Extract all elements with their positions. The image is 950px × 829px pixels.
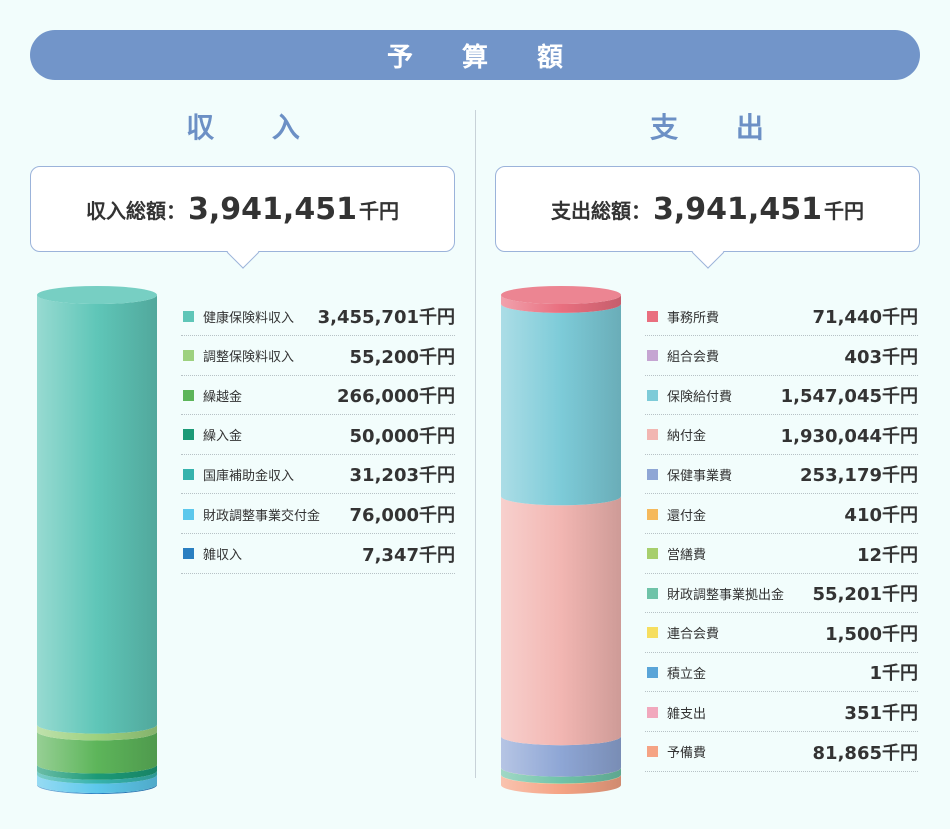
income-legend-row: 調整保険料収入 55,200千円 [181, 337, 455, 376]
income-legend-row: 財政調整事業交付金 76,000千円 [181, 495, 455, 534]
legend-swatch [183, 389, 194, 401]
legend-value: 1,930,044千円 [780, 425, 918, 447]
legend-label: 連合会費 [667, 627, 720, 643]
cylinder-segment-1 [37, 295, 157, 734]
legend-label: 繰入金 [203, 429, 243, 445]
legend-value: 31,203千円 [349, 465, 455, 487]
legend-swatch [183, 468, 194, 480]
expense-legend-row: 連合会費 1,500千円 [645, 614, 918, 653]
cylinder-top-cap [37, 286, 157, 304]
income-total-unit: 千円 [358, 198, 399, 223]
legend-swatch [647, 706, 658, 718]
legend-label: 保険給付費 [667, 389, 733, 405]
legend-swatch [647, 468, 658, 480]
legend-label: 納付金 [667, 429, 707, 445]
legend-label: 繰越金 [203, 389, 243, 405]
expense-total-bubble: 支出総額： 3,941,451 千円 [495, 166, 920, 252]
expense-legend-row: 財政調整事業拠出金 55,201千円 [645, 574, 918, 614]
legend-swatch [647, 389, 658, 401]
income-legend-row: 繰越金 266,000千円 [181, 376, 455, 416]
legend-value: 3,455,701千円 [317, 307, 455, 328]
legend-label: 保健事業費 [667, 468, 733, 484]
legend-value: 253,179千円 [800, 465, 918, 487]
legend-label: 組合会費 [667, 350, 720, 366]
income-legend-row: 健康保険料収入 3,455,701千円 [181, 297, 455, 336]
legend-value: 55,200千円 [349, 346, 455, 368]
legend-swatch [183, 350, 194, 362]
legend-swatch [647, 587, 658, 599]
income-total-value: 3,941,451 [188, 191, 357, 227]
expense-legend-row: 還付金 410千円 [645, 495, 918, 534]
legend-label: 調整保険料収入 [203, 350, 295, 366]
legend-swatch [647, 548, 658, 560]
legend-value: 1,547,045千円 [780, 386, 918, 408]
legend-label: 還付金 [667, 508, 707, 524]
expense-legend-row: 雑支出 351千円 [645, 693, 918, 732]
legend-label: 予備費 [667, 746, 707, 762]
legend-value: 81,865千円 [812, 742, 918, 764]
expense-legend-row: 事務所費 71,440千円 [645, 297, 918, 336]
legend-value: 71,440千円 [812, 307, 918, 328]
legend-value: 55,201千円 [812, 584, 918, 606]
expense-legend-row: 組合会費 403千円 [645, 337, 918, 376]
legend-value: 76,000千円 [349, 505, 455, 526]
legend-swatch [647, 429, 658, 441]
expense-total-value: 3,941,451 [653, 191, 822, 227]
expense-total-label: 支出総額： [551, 198, 652, 223]
legend-swatch [647, 666, 658, 678]
legend-value: 1,500千円 [825, 623, 918, 645]
cylinder-segment-3 [501, 303, 621, 506]
income-cylinder-chart [37, 286, 157, 794]
expense-legend-row: 積立金 1千円 [645, 653, 918, 693]
legend-swatch [647, 310, 658, 322]
legend-value: 7,347千円 [362, 544, 455, 566]
expense-cylinder-chart [501, 286, 621, 794]
income-legend-row: 雑収入 7,347千円 [181, 535, 455, 574]
income-legend-row: 繰入金 50,000千円 [181, 416, 455, 455]
expense-total-unit: 千円 [823, 198, 864, 223]
expense-heading: 支 出 [650, 111, 788, 144]
legend-swatch [647, 508, 658, 520]
income-heading: 収 入 [186, 111, 324, 144]
income-legend-row: 国庫補助金収入 31,203千円 [181, 455, 455, 495]
legend-label: 積立金 [667, 666, 707, 682]
legend-swatch [647, 350, 658, 362]
expense-legend-row: 予備費 81,865千円 [645, 733, 918, 772]
legend-swatch [183, 548, 194, 560]
legend-label: 財政調整事業拠出金 [667, 587, 785, 603]
legend-label: 財政調整事業交付金 [203, 508, 321, 524]
legend-swatch [183, 508, 194, 520]
legend-label: 事務所費 [667, 310, 720, 326]
legend-swatch [183, 310, 194, 322]
legend-value: 12千円 [856, 544, 918, 566]
legend-value: 351千円 [844, 703, 918, 724]
legend-label: 雑収入 [203, 548, 243, 564]
column-divider [475, 110, 476, 778]
legend-value: 410千円 [844, 505, 918, 526]
income-total-label: 収入総額： [86, 198, 187, 223]
expense-legend-row: 保健事業費 253,179千円 [645, 455, 918, 495]
legend-label: 雑支出 [667, 706, 707, 722]
legend-value: 403千円 [844, 346, 918, 368]
legend-value: 50,000千円 [349, 425, 455, 447]
legend-value: 266,000千円 [337, 386, 455, 408]
expense-legend-row: 納付金 1,930,044千円 [645, 416, 918, 455]
income-total-bubble: 収入総額： 3,941,451 千円 [30, 166, 455, 252]
legend-swatch [647, 627, 658, 639]
expense-legend-row: 営繕費 12千円 [645, 535, 918, 574]
cylinder-top-cap [501, 286, 621, 304]
legend-swatch [183, 429, 194, 441]
legend-label: 国庫補助金収入 [203, 468, 295, 484]
legend-label: 健康保険料収入 [203, 310, 295, 326]
legend-value: 1千円 [869, 663, 918, 685]
expense-legend-row: 保険給付費 1,547,045千円 [645, 376, 918, 416]
legend-label: 営繕費 [667, 548, 707, 564]
page-title: 予 算 額 [30, 30, 920, 80]
cylinder-segment-4 [501, 496, 621, 746]
legend-swatch [647, 746, 658, 758]
